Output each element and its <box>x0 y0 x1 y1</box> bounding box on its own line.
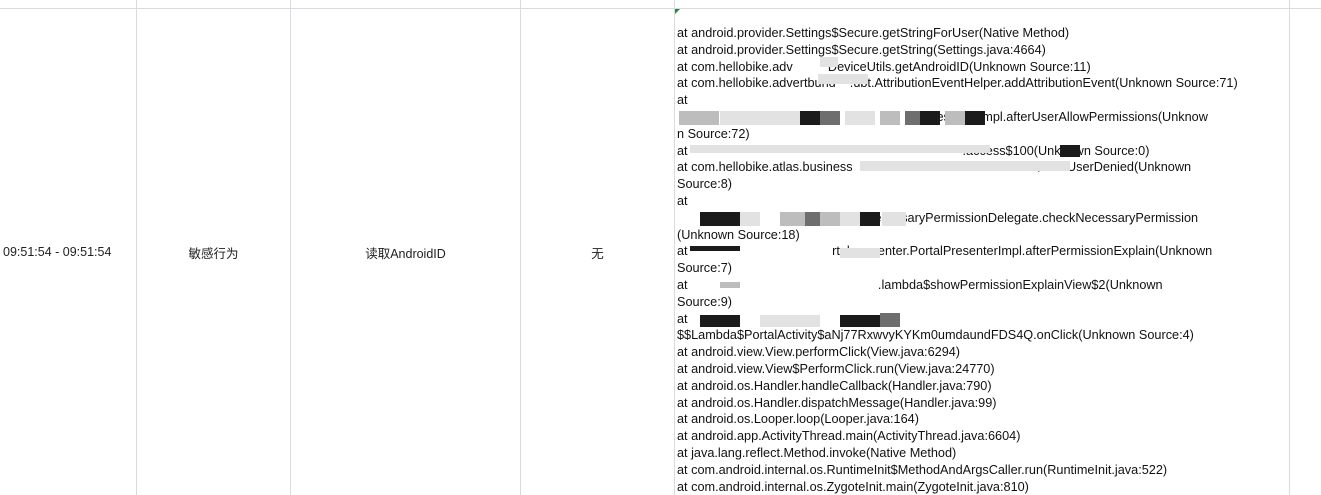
redaction-block <box>820 212 840 226</box>
stack-trace-line: n Source:72) <box>677 126 750 141</box>
behavior-text: 读取AndroidID <box>365 246 446 261</box>
stack-trace-line: at com.android.internal.os.RuntimeInit$M… <box>677 462 1168 477</box>
stack-trace-line: Source:7) <box>677 261 733 276</box>
redaction-block <box>720 282 740 288</box>
redaction-block <box>720 111 800 125</box>
selected-cell-marker-icon <box>675 9 680 14</box>
redaction-block <box>740 212 760 226</box>
column-border-4 <box>674 0 675 495</box>
stack-trace-line: at com.android.internal.os.ZygoteInit.ma… <box>677 479 1029 494</box>
stack-trace-line: $$Lambda$PortalActivity$aNj77RxwvyKYKm0u… <box>677 328 1194 343</box>
redaction-block <box>845 111 875 125</box>
redaction-block <box>800 111 820 125</box>
redaction-block <box>805 212 820 226</box>
redaction-block <box>820 111 840 125</box>
stack-trace-line: Source:8) <box>677 177 733 192</box>
stack-trace-line: at android.app.ActivityThread.main(Activ… <box>677 429 1021 444</box>
stack-trace-line: at java.lang.reflect.Method.invoke(Nativ… <box>677 445 957 460</box>
redaction-block <box>945 111 965 125</box>
redaction-block <box>880 313 900 327</box>
stack-trace-line: at com.hellobike.advertbund .ubt.Attribu… <box>677 76 1238 91</box>
redaction-block <box>860 161 1070 171</box>
redaction-block <box>760 315 820 327</box>
extra-text: 无 <box>591 246 604 261</box>
stack-trace-line: at <box>677 93 688 108</box>
redaction-block <box>690 246 740 251</box>
redaction-block <box>905 111 920 125</box>
behavior-cell[interactable]: 读取AndroidID <box>291 9 520 495</box>
redaction-block <box>700 315 740 327</box>
redaction-block <box>780 212 805 226</box>
extra-cell[interactable]: 无 <box>521 9 674 495</box>
stack-trace-line: at android.provider.Settings$Secure.getS… <box>677 26 1070 40</box>
stack-trace-line: at rtal.presenter.PortalPresenterImpl.af… <box>677 244 1213 259</box>
redaction-block <box>920 111 940 125</box>
redaction-block <box>700 212 740 226</box>
stack-trace-line: at android.view.View.performClick(View.j… <box>677 345 961 360</box>
stack-trace-line: .AppNecessaryPermissionDelegate.checkNec… <box>839 210 1199 225</box>
time-range-cell[interactable]: 09:51:54 - 09:51:54 <box>0 9 136 495</box>
stack-trace-line: at com.hellobike.adv DeviceUtils.getAndr… <box>677 59 1091 74</box>
redaction-block <box>840 315 880 327</box>
redaction-block <box>679 111 719 125</box>
stack-trace-line: Source:9) <box>677 294 733 309</box>
spreadsheet-grid: 09:51:54 - 09:51:54 敏感行为 读取AndroidID 无 a… <box>0 0 1321 495</box>
stack-trace-cell[interactable]: at android.provider.Settings$Secure.getS… <box>677 25 1287 495</box>
stack-trace-line: at .lambda$showPermissionExplainView$2(U… <box>677 277 1163 292</box>
redaction-block <box>860 212 880 226</box>
stack-trace-line: at android.os.Looper.loop(Looper.java:16… <box>677 412 919 427</box>
time-range-text: 09:51:54 - 09:51:54 <box>3 245 112 259</box>
redaction-block <box>840 212 860 226</box>
redaction-block <box>965 111 985 125</box>
redaction-block <box>690 145 990 153</box>
redaction-block <box>820 57 838 67</box>
stack-trace-line: at android.os.Handler.handleCallback(Han… <box>677 378 992 393</box>
redaction-block <box>882 212 906 226</box>
redaction-block <box>1060 145 1080 157</box>
column-border-5 <box>1289 0 1290 495</box>
redaction-block <box>880 111 900 125</box>
category-text: 敏感行为 <box>188 246 239 261</box>
stack-trace-line: at <box>677 193 688 208</box>
stack-trace-line: at android.provider.Settings$Secure.getS… <box>677 42 1046 57</box>
category-cell[interactable]: 敏感行为 <box>137 9 290 495</box>
stack-trace-line: (Unknown Source:18) <box>677 227 800 242</box>
stack-trace-line: at android.os.Handler.dispatchMessage(Ha… <box>677 395 997 410</box>
redaction-block <box>818 74 868 84</box>
stack-trace-line: at android.view.View$PerformClick.run(Vi… <box>677 361 995 376</box>
redaction-block <box>840 248 880 258</box>
